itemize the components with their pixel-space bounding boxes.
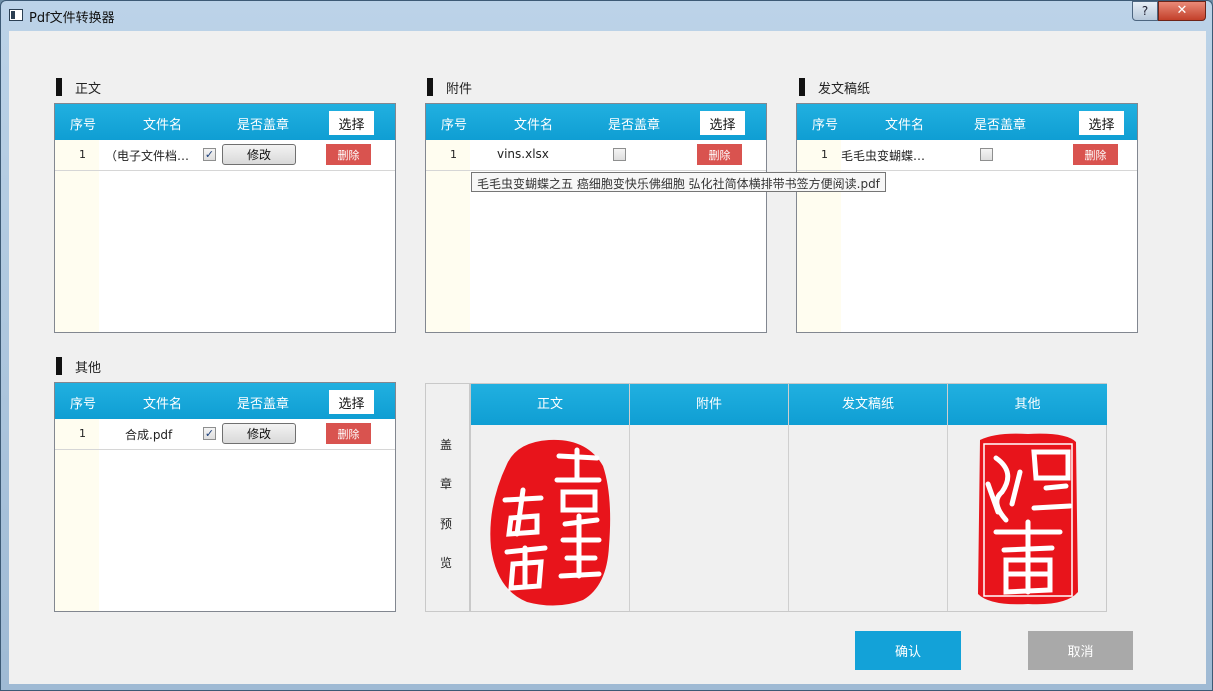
file-name: 合成.pdf (125, 428, 173, 442)
title-bar[interactable]: Pdf文件转换器 ? ✕ (1, 1, 1212, 31)
section-marker (427, 78, 433, 96)
table-row[interactable]: 1 毛毛虫变蝴蝶… 删除 (797, 140, 1137, 171)
file-name: （电子文件档… (105, 149, 190, 163)
section-attachment-label: 附件 (446, 82, 473, 97)
section-main-label: 正文 (75, 82, 102, 97)
preview-column-attachment: 附件 (630, 384, 789, 611)
edit-button[interactable]: 修改 (222, 144, 296, 165)
table-row[interactable]: 1 合成.pdf ✓ 修改 删除 (55, 419, 395, 450)
section-other-label: 其他 (75, 361, 102, 376)
preview-column-other: 其他 (948, 384, 1107, 611)
section-draft-label: 发文稿纸 (818, 82, 871, 97)
list-header: 序号 文件名 是否盖章 选择 (55, 383, 395, 419)
preview-header-main: 正文 (471, 384, 629, 425)
section-marker (799, 78, 805, 96)
row-number: 1 (79, 148, 86, 161)
header-no: 序号 (441, 118, 468, 133)
table-row[interactable]: 1 vins.xlsx 删除 (426, 140, 766, 171)
attachment-file-list[interactable]: 序号 文件名 是否盖章 选择 1 vins.xlsx 删除 (425, 103, 767, 333)
select-button[interactable]: 选择 (700, 111, 745, 135)
preview-header-draft: 发文稿纸 (789, 384, 947, 425)
seal-preview-label: 盖 章 预 览 (425, 383, 470, 612)
row-number: 1 (821, 148, 828, 161)
preview-char: 预 (440, 517, 453, 531)
edit-button[interactable]: 修改 (222, 423, 296, 444)
delete-button[interactable]: 删除 (1073, 144, 1118, 165)
stamp-checkbox[interactable]: ✓ (203, 148, 216, 161)
delete-button[interactable]: 删除 (697, 144, 742, 165)
client-area: 正文 序号 文件名 是否盖章 选择 1 （电子文件档… ✓ 修改 删除 附件 序… (9, 31, 1206, 684)
window-title: Pdf文件转换器 (29, 11, 115, 26)
close-button[interactable]: ✕ (1158, 1, 1206, 21)
row-number: 1 (450, 148, 457, 161)
delete-button[interactable]: 删除 (326, 423, 371, 444)
header-name: 文件名 (885, 118, 925, 133)
other-file-list[interactable]: 序号 文件名 是否盖章 选择 1 合成.pdf ✓ 修改 删除 (54, 382, 396, 612)
preview-char: 览 (440, 556, 453, 570)
select-button[interactable]: 选择 (329, 111, 374, 135)
draft-file-list[interactable]: 序号 文件名 是否盖章 选择 1 毛毛虫变蝴蝶… 删除 (796, 103, 1138, 333)
row-number: 1 (79, 427, 86, 440)
header-name: 文件名 (143, 118, 183, 133)
stamp-checkbox[interactable] (980, 148, 993, 161)
cancel-button[interactable]: 取消 (1028, 631, 1133, 670)
seal-image-main (490, 439, 611, 606)
delete-button[interactable]: 删除 (326, 144, 371, 165)
stamp-checkbox[interactable]: ✓ (203, 427, 216, 440)
preview-column-main: 正文 (471, 384, 630, 611)
preview-char: 盖 (440, 438, 453, 452)
section-marker (56, 78, 62, 96)
select-button[interactable]: 选择 (329, 390, 374, 414)
header-name: 文件名 (514, 118, 554, 133)
list-header: 序号 文件名 是否盖章 选择 (797, 104, 1137, 140)
confirm-button[interactable]: 确认 (855, 631, 961, 670)
header-no: 序号 (812, 118, 839, 133)
stamp-checkbox[interactable] (613, 148, 626, 161)
preview-header-attachment: 附件 (630, 384, 788, 425)
file-name: 毛毛虫变蝴蝶… (841, 149, 926, 163)
seal-preview-table: 正文 附件 发文稿纸 其他 (470, 383, 1107, 612)
preview-column-draft: 发文稿纸 (789, 384, 948, 611)
header-no: 序号 (70, 397, 97, 412)
header-no: 序号 (70, 118, 97, 133)
list-header: 序号 文件名 是否盖章 选择 (55, 104, 395, 140)
app-icon (9, 9, 23, 21)
filename-tooltip: 毛毛虫变蝴蝶之五 癌细胞变快乐佛细胞 弘化社简体横排带书签方便阅读.pdf (471, 172, 886, 192)
header-stamp: 是否盖章 (237, 118, 290, 133)
seal-image-other (978, 433, 1078, 605)
header-stamp: 是否盖章 (974, 118, 1027, 133)
header-name: 文件名 (143, 397, 183, 412)
table-row[interactable]: 1 （电子文件档… ✓ 修改 删除 (55, 140, 395, 171)
app-window: Pdf文件转换器 ? ✕ 正文 序号 文件名 是否盖章 选择 1 （电子文件档…… (0, 0, 1213, 691)
preview-header-other: 其他 (948, 384, 1107, 425)
header-stamp: 是否盖章 (237, 397, 290, 412)
list-header: 序号 文件名 是否盖章 选择 (426, 104, 766, 140)
file-name: vins.xlsx (497, 147, 549, 161)
header-stamp: 是否盖章 (608, 118, 661, 133)
section-marker (56, 357, 62, 375)
help-button[interactable]: ? (1132, 1, 1158, 21)
main-file-list[interactable]: 序号 文件名 是否盖章 选择 1 （电子文件档… ✓ 修改 删除 (54, 103, 396, 333)
preview-char: 章 (440, 477, 453, 491)
select-button[interactable]: 选择 (1079, 111, 1124, 135)
